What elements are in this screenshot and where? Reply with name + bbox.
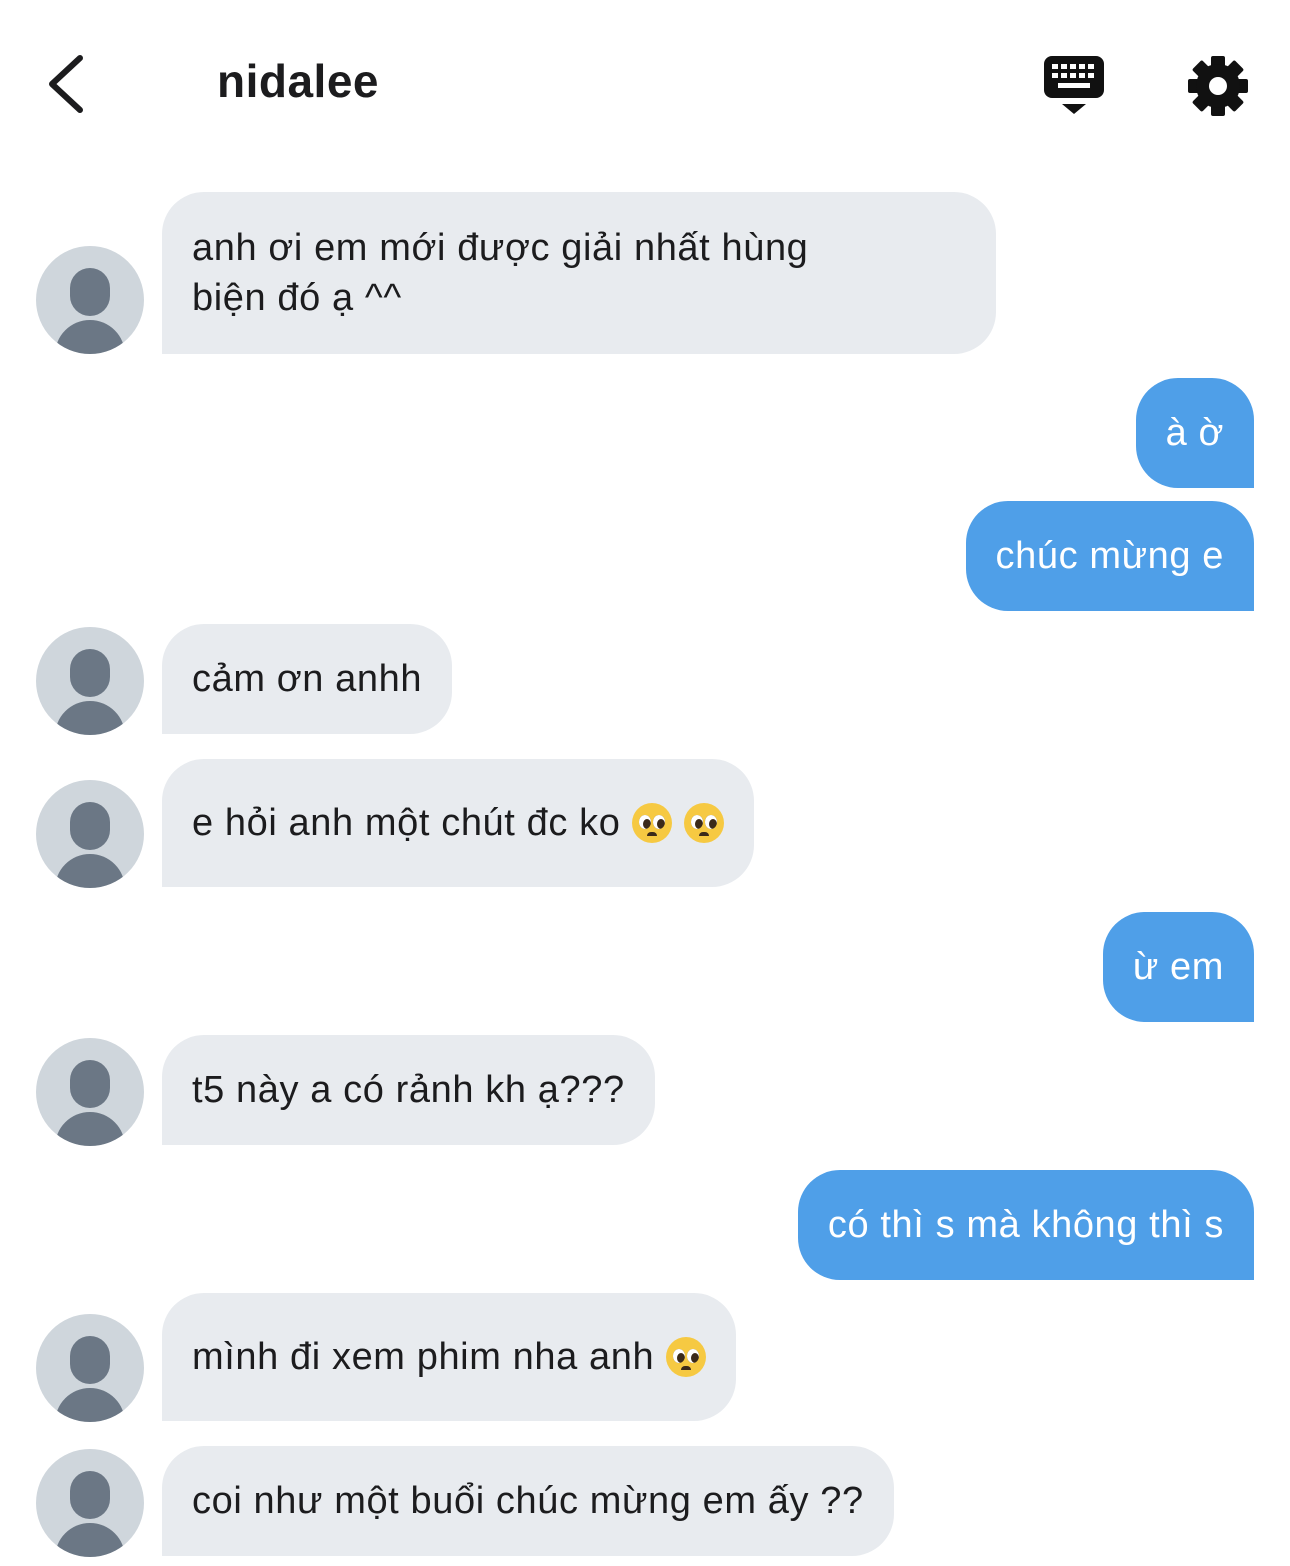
- contact-avatar[interactable]: [36, 627, 144, 735]
- message-text: t5 này a có rảnh kh ạ???: [192, 1069, 625, 1111]
- contact-avatar[interactable]: [36, 780, 144, 888]
- outgoing-message[interactable]: à ờ: [1135, 378, 1254, 488]
- incoming-message[interactable]: cảm ơn anhh: [162, 624, 453, 734]
- message-text: mình đi xem phim nha anh: [192, 1336, 655, 1378]
- back-button[interactable]: [40, 52, 100, 116]
- conversation-title: nidalee: [217, 55, 380, 107]
- settings-button[interactable]: [1186, 54, 1250, 118]
- message-text: à ờ: [1165, 412, 1224, 454]
- contact-avatar[interactable]: [36, 1449, 144, 1557]
- message-text: có thì s mà không thì s: [827, 1204, 1224, 1246]
- message-text: anh ơi em mới được giải nhất hùng biện đ…: [192, 227, 809, 319]
- outgoing-message[interactable]: chúc mừng e: [965, 501, 1254, 611]
- contact-avatar[interactable]: [36, 1038, 144, 1146]
- pleading-face-emoji: [684, 803, 725, 843]
- incoming-message[interactable]: mình đi xem phim nha anh: [162, 1293, 737, 1421]
- gear-icon: [1188, 56, 1248, 116]
- contact-avatar[interactable]: [36, 1314, 144, 1422]
- message-text: chúc mừng e: [995, 535, 1224, 577]
- outgoing-message[interactable]: có thì s mà không thì s: [797, 1170, 1254, 1280]
- message-text: coi như một buổi chúc mừng em ấy ??: [192, 1480, 864, 1522]
- incoming-message[interactable]: anh ơi em mới được giải nhất hùng biện đ…: [162, 192, 996, 354]
- incoming-message[interactable]: coi như một buổi chúc mừng em ấy ??: [162, 1446, 894, 1556]
- message-text: cảm ơn anhh: [192, 658, 423, 700]
- message-text: ừ em: [1132, 946, 1224, 988]
- chevron-left-icon: [49, 55, 83, 113]
- contact-avatar[interactable]: [36, 246, 144, 354]
- incoming-message[interactable]: e hỏi anh một chút đc ko: [162, 759, 755, 887]
- outgoing-message[interactable]: ừ em: [1102, 912, 1254, 1022]
- message-text: e hỏi anh một chút đc ko: [192, 802, 621, 844]
- pleading-face-emoji: [632, 803, 673, 843]
- chat-header: nidalee: [0, 0, 1290, 160]
- keyboard-button[interactable]: [1040, 54, 1108, 118]
- keyboard-icon: [1044, 56, 1104, 114]
- incoming-message[interactable]: t5 này a có rảnh kh ạ???: [162, 1035, 655, 1145]
- pleading-face-emoji: [666, 1337, 707, 1377]
